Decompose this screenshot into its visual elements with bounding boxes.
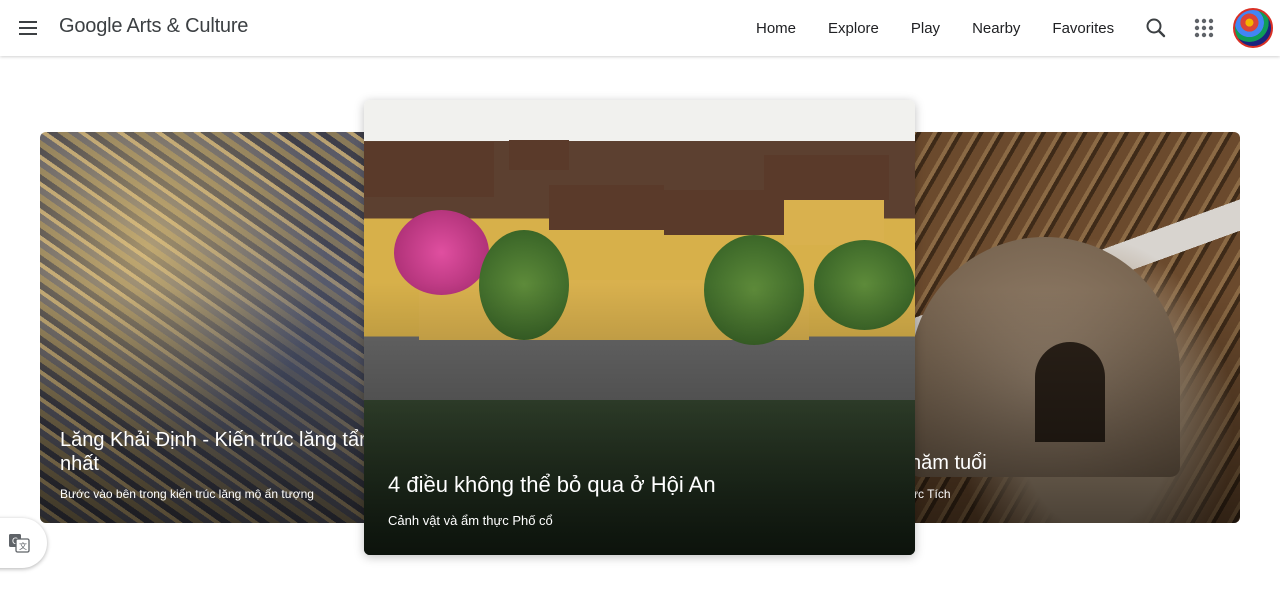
story-card-featured[interactable]: 4 điều không thể bỏ qua ở Hội An Cảnh vậ…: [364, 100, 915, 555]
apps-icon[interactable]: [1190, 14, 1218, 42]
svg-text:文: 文: [19, 541, 27, 551]
top-app-bar: Google Arts & Culture Home Explore Play …: [0, 0, 1280, 56]
menu-icon[interactable]: [14, 14, 42, 42]
card-subtitle: Cảnh vật và ẩm thực Phố cổ: [388, 513, 553, 528]
roof-shape: [509, 140, 569, 170]
nav-home[interactable]: Home: [756, 20, 796, 37]
translate-icon[interactable]: G 文: [0, 518, 47, 568]
card-title: 4 điều không thể bỏ qua ở Hội An: [388, 472, 716, 497]
account-avatar[interactable]: [1233, 8, 1273, 48]
brand-logo[interactable]: Google Arts & Culture: [59, 15, 248, 38]
card-subtitle: ức Tích: [910, 487, 951, 501]
card-title: Lăng Khải Định - Kiến trúc lăng tẩm nhất: [60, 429, 376, 475]
search-icon[interactable]: [1142, 14, 1170, 42]
card-subtitle: Bước vào bên trong kiến trúc lăng mộ ấn …: [60, 487, 314, 501]
yellow-wall: [784, 200, 884, 245]
nav-favorites[interactable]: Favorites: [1052, 20, 1114, 37]
nav-play[interactable]: Play: [911, 20, 940, 37]
roof-shape: [364, 142, 494, 197]
roof-shape: [764, 155, 889, 200]
main-nav: Home Explore Play Nearby Favorites: [740, 0, 1130, 56]
nav-nearby[interactable]: Nearby: [972, 20, 1020, 37]
story-card-left[interactable]: Lăng Khải Định - Kiến trúc lăng tẩm nhất…: [40, 132, 400, 523]
nav-explore[interactable]: Explore: [828, 20, 879, 37]
roof-shape: [549, 185, 664, 230]
story-card-right[interactable]: năm tuổi ức Tích: [880, 132, 1240, 523]
card-title: năm tuổi: [910, 452, 987, 474]
